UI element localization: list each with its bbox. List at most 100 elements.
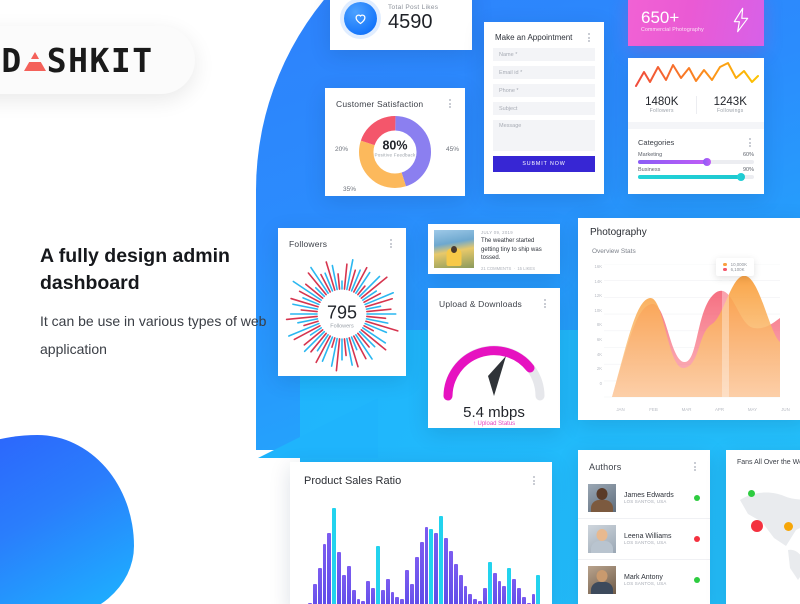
followers-center-label: 795 Followers [327, 303, 357, 330]
avatar [588, 566, 616, 594]
legend-label: 6,100K [730, 267, 745, 272]
gauge-status-label: Upload Status [477, 421, 516, 427]
bar [521, 596, 526, 604]
bar [444, 537, 448, 604]
upload-downloads-card: Upload & Downloads 5.4 mbps ↑ Upload Sta… [428, 288, 560, 428]
arrow-up-icon: ↑ [472, 421, 476, 427]
map-pin-green[interactable] [748, 490, 755, 497]
phone-field[interactable]: Phone * [493, 84, 595, 97]
y-tick: 10K [594, 307, 602, 313]
comments-count: 21 COMMENTS [481, 265, 512, 271]
product-sales-card: Product Sales Ratio [290, 462, 552, 604]
fans-map-card: Fans All Over the World [726, 450, 800, 604]
news-headline: The weather started getting tiny to ship… [481, 238, 542, 261]
bar [400, 598, 405, 604]
gauge-value: 5.4 mbps [463, 404, 525, 421]
bar [473, 598, 478, 604]
map-pin-orange[interactable] [784, 522, 793, 531]
x-tick: MAY [747, 407, 758, 412]
brand-logo: D SHKIT [1, 41, 153, 80]
followers-count: 795 [326, 302, 358, 323]
category-marketing: Marketing 60% [628, 152, 764, 167]
bar [385, 579, 390, 604]
subject-field[interactable]: Subject [493, 102, 595, 115]
product-sales-bar-chart [308, 508, 541, 604]
radial-tick [330, 337, 338, 367]
progress-track[interactable] [638, 158, 754, 166]
more-options-icon[interactable] [530, 474, 538, 487]
radial-tick [285, 315, 318, 321]
status-badge [694, 495, 700, 501]
bar [327, 533, 332, 604]
card-title: Make an Appointment [495, 33, 573, 42]
y-tick: 4K [596, 351, 602, 357]
category-name: Marketing [638, 152, 663, 158]
list-item[interactable]: James Edwards LOS SANTOS, USA [578, 478, 710, 518]
bar [492, 572, 497, 604]
more-options-icon[interactable] [746, 136, 754, 149]
bar [536, 574, 541, 604]
category-business: Business 90% [628, 167, 764, 182]
bar [512, 579, 516, 604]
more-options-icon[interactable] [585, 31, 593, 44]
bar [531, 594, 536, 604]
news-card: JULY 09, 2019 The weather started gettin… [428, 224, 560, 274]
y-tick: 14K [594, 278, 602, 284]
bar [332, 508, 337, 604]
category-name: Business [638, 167, 661, 173]
bar [458, 574, 463, 604]
followers-value: 1480K [645, 96, 679, 108]
promo-value: 650+ [641, 7, 680, 27]
donut-label-35: 35% [343, 186, 357, 193]
email-field-label: Email id [499, 69, 519, 76]
more-options-icon[interactable] [691, 460, 699, 473]
likes-count: 15 LIKES [517, 265, 536, 271]
message-field[interactable]: Message [493, 120, 595, 151]
x-tick: MAR [681, 407, 692, 412]
list-item[interactable]: Leena Williams LOS SANTOS, USA [578, 518, 710, 559]
followings-stat: 1243K Followings [695, 96, 765, 114]
status-badge [694, 577, 700, 583]
bar [366, 581, 371, 604]
radial-tick [300, 309, 318, 313]
world-map[interactable] [726, 476, 800, 604]
author-location: LOS SANTOS, USA [624, 540, 667, 545]
radial-tick [366, 315, 387, 320]
triangle-a-icon [23, 51, 46, 71]
bar [317, 568, 322, 604]
likes-label: Total Post Likes [388, 4, 439, 11]
gauge-status: ↑ Upload Status [428, 421, 560, 427]
followers-sparkline-chart [635, 62, 759, 87]
donut-label-45: 45% [445, 146, 459, 153]
bar [395, 596, 400, 604]
bar [434, 533, 439, 604]
more-options-icon[interactable] [387, 237, 395, 250]
logo-plate: D SHKIT [0, 26, 195, 94]
name-field[interactable]: Name * [493, 48, 595, 61]
divider [628, 122, 764, 129]
more-options-icon[interactable] [446, 97, 454, 110]
logo-text-first: D [1, 40, 23, 80]
email-field[interactable]: Email id * [493, 66, 595, 79]
followings-label: Followings [716, 108, 744, 114]
bar [507, 568, 512, 604]
message-field-label: Message [499, 123, 522, 129]
y-tick: 16K [594, 264, 602, 269]
map-pin-red[interactable] [751, 520, 763, 532]
bar [453, 563, 458, 604]
appointment-form-card: Make an Appointment Name * Email id * Ph… [484, 22, 604, 194]
y-tick: 2K [596, 366, 602, 372]
bar [380, 590, 385, 604]
card-title: Customer Satisfaction [336, 98, 424, 109]
list-item[interactable]: Mark Antony LOS SANTOS, USA [578, 559, 710, 600]
followers-card: Followers 795 Followers [278, 228, 406, 376]
likes-value: 4590 [388, 11, 433, 33]
satisfaction-donut-chart: 80% Positive Feedback 20% 45% 35% [325, 114, 465, 193]
bar [487, 561, 492, 604]
y-tick: 0 [599, 380, 602, 386]
phone-field-label: Phone [499, 87, 515, 94]
progress-track[interactable] [638, 173, 754, 181]
more-options-icon[interactable] [541, 297, 549, 310]
submit-button[interactable]: SUBMIT NOW [493, 156, 595, 172]
bar [439, 515, 444, 604]
